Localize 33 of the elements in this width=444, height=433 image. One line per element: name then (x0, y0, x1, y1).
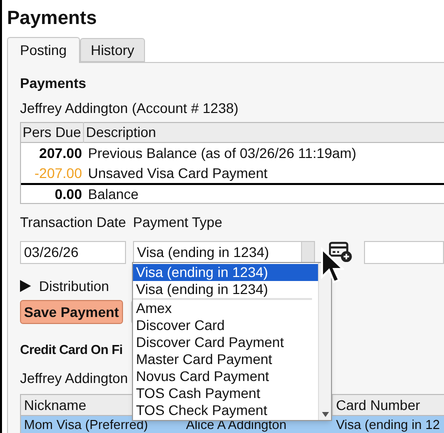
page-title: Payments (7, 8, 97, 29)
date-field[interactable]: 03/26/26 (20, 240, 126, 264)
column-header: Description (85, 123, 156, 142)
field-label: Transaction Date (20, 213, 128, 231)
triangle-right-icon (20, 280, 31, 292)
payment-type-dropdown[interactable]: Visa (ending in 1234) (133, 240, 316, 264)
dropdown-option[interactable]: Novus Card Payment (133, 368, 318, 385)
dropdown-option[interactable]: Visa (ending in 1234) (133, 281, 318, 298)
field-label: Payment Type (133, 213, 222, 231)
column-header: Card Number (335, 396, 420, 414)
amount-cell-text: 207.00 (38, 144, 83, 162)
section-title: Credit Card On Fi (20, 341, 123, 359)
section-title: Payments (20, 74, 88, 92)
description-cell-text: Previous Balance (as of 03/26/26 11:19am) (87, 144, 356, 163)
account-line: Jeffrey Addington (Account # 1238) (20, 99, 240, 117)
save-payment-button[interactable]: Save Payment (20, 300, 123, 324)
dropdown-option[interactable]: Amex (133, 300, 318, 317)
description-cell-text: Unsaved Visa Card Payment (87, 164, 268, 183)
amount-cell-text: 0.00 (54, 184, 83, 204)
tab[interactable]: History (80, 38, 146, 62)
description-cell-text: Balance (87, 184, 139, 204)
dropdown-option[interactable]: Discover Card (133, 317, 318, 334)
scrollbar[interactable] (318, 263, 331, 420)
dropdown-option[interactable]: Discover Card Payment (133, 334, 318, 351)
distribution-toggle[interactable]: Distribution (20, 277, 110, 295)
amount-cell-text: -207.00 (34, 164, 83, 182)
text-field[interactable] (364, 240, 444, 264)
dropdown-option[interactable]: Master Card Payment (133, 351, 318, 368)
card-holder-name: Jeffrey Addington (20, 369, 128, 387)
add-card-icon[interactable] (329, 240, 353, 264)
dropdown-option[interactable]: Visa (ending in 1234) (133, 264, 318, 281)
column-header: Pers Due (21, 122, 84, 143)
tab[interactable]: Posting (7, 37, 80, 63)
